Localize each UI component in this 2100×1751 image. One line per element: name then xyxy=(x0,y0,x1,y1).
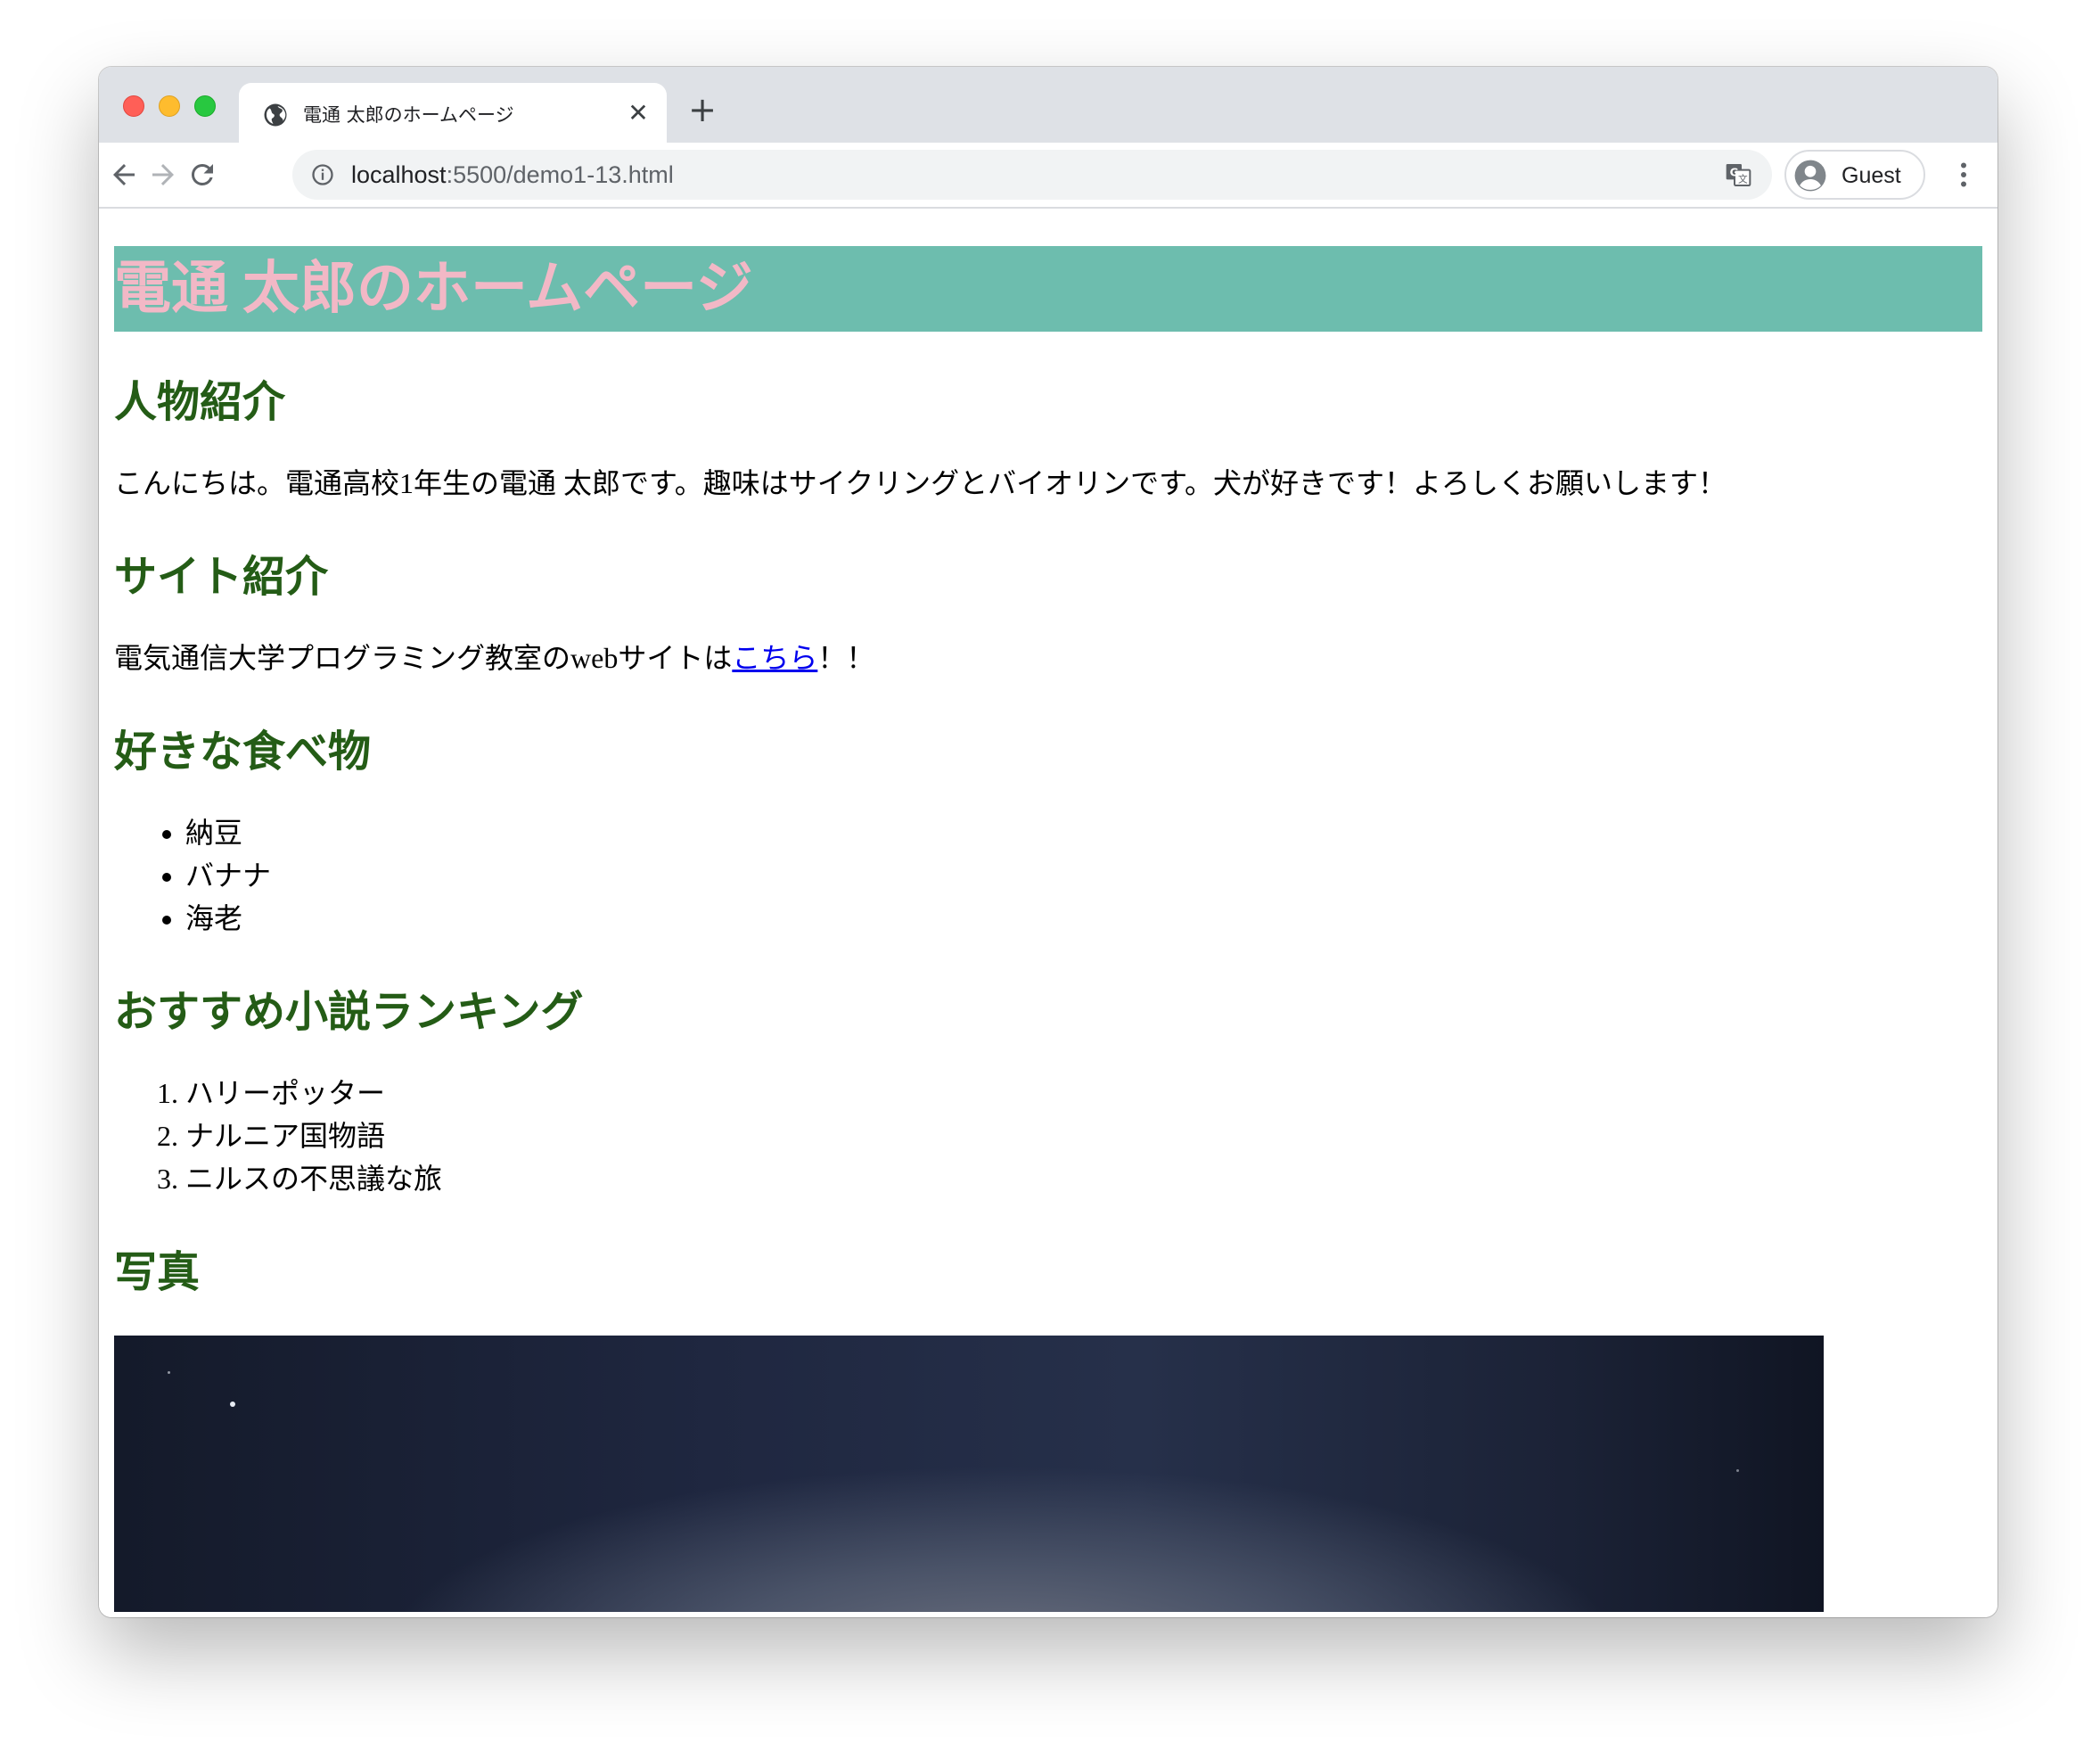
night-sky-photo xyxy=(114,1336,1824,1612)
novels-list: ハリーポッター ナルニア国物語 ニルスの不思議な旅 xyxy=(114,1072,1982,1200)
svg-text:文: 文 xyxy=(1738,174,1748,185)
menu-dots-icon[interactable] xyxy=(1948,159,1980,191)
url-path: :5500/demo1-13.html xyxy=(446,161,674,188)
url-host: localhost xyxy=(351,161,447,188)
site-text-after: ！！ xyxy=(817,642,875,674)
avatar-icon xyxy=(1794,160,1826,192)
profile-heading: 人物紹介 xyxy=(114,379,286,426)
browser-tab[interactable]: 電通 太郎のホームページ ✕ xyxy=(239,83,667,143)
profile-button[interactable]: Guest xyxy=(1784,150,1925,200)
window-maximize-button[interactable] xyxy=(194,95,216,117)
address-bar[interactable]: localhost:5500/demo1-13.html G 文 xyxy=(292,150,1772,200)
url-text: localhost:5500/demo1-13.html xyxy=(351,161,674,189)
page-title: 電通 太郎のホームページ xyxy=(114,246,1982,332)
tab-strip: 電通 太郎のホームページ ✕ + xyxy=(99,67,1997,143)
browser-window: 電通 太郎のホームページ ✕ + localhost:5500/demo1-13… xyxy=(99,67,1997,1617)
reload-icon[interactable] xyxy=(186,159,218,191)
foods-list: 納豆 バナナ 海老 xyxy=(114,811,1982,940)
list-item: ハリーポッター xyxy=(185,1072,1982,1114)
list-item: ニルスの不思議な旅 xyxy=(185,1157,1982,1200)
globe-icon xyxy=(264,103,287,127)
tab-title: 電通 太郎のホームページ xyxy=(303,104,514,126)
list-item: ナルニア国物語 xyxy=(185,1114,1982,1157)
list-item: 海老 xyxy=(185,897,1982,940)
list-item: バナナ xyxy=(185,854,1982,897)
foods-heading: 好きな食べ物 xyxy=(114,728,372,776)
star-dot xyxy=(168,1371,170,1374)
tab-close-icon[interactable]: ✕ xyxy=(626,101,651,126)
browser-toolbar: localhost:5500/demo1-13.html G 文 Guest xyxy=(99,143,1997,209)
back-icon[interactable] xyxy=(108,159,140,191)
profile-text: こんにちは。電通高校1年生の電通 太郎です。趣味はサイクリングとバイオリンです。… xyxy=(114,467,1727,499)
page-viewport[interactable]: 電通 太郎のホームページ 人物紹介 こんにちは。電通高校1年生の電通 太郎です。… xyxy=(99,209,1997,1617)
site-text-before: 電気通信大学プログラミング教室のwebサイトは xyxy=(114,642,733,674)
window-close-button[interactable] xyxy=(123,95,144,117)
site-text: 電気通信大学プログラミング教室のwebサイトはこちら！！ xyxy=(114,637,1982,679)
star-dot xyxy=(230,1402,235,1407)
novels-heading: おすすめ小説ランキング xyxy=(114,989,584,1036)
new-tab-button[interactable]: + xyxy=(687,93,718,127)
forward-icon[interactable] xyxy=(147,159,179,191)
window-minimize-button[interactable] xyxy=(159,95,180,117)
page-content: 電通 太郎のホームページ 人物紹介 こんにちは。電通高校1年生の電通 太郎です。… xyxy=(114,209,1982,1612)
site-heading: サイト紹介 xyxy=(114,554,329,601)
site-link[interactable]: こちら xyxy=(732,642,817,674)
photo-heading: 写真 xyxy=(114,1249,201,1296)
translate-icon[interactable]: G 文 xyxy=(1724,160,1752,189)
star-dot xyxy=(1736,1469,1739,1472)
list-item: 納豆 xyxy=(185,811,1982,854)
profile-label: Guest xyxy=(1842,163,1901,188)
info-icon[interactable] xyxy=(310,162,335,187)
